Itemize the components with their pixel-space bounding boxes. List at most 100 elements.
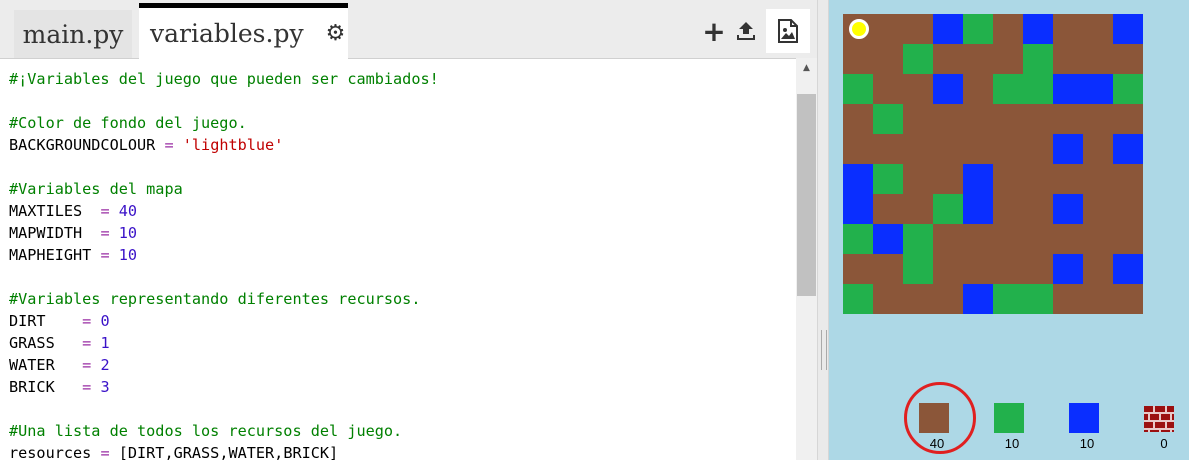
map-tile-dirt <box>1023 254 1053 284</box>
code-text: MAXTILES <box>9 202 101 220</box>
map-tile-dirt <box>903 104 933 134</box>
code-text: BRICK <box>9 378 83 396</box>
pane-divider[interactable] <box>817 0 829 460</box>
map-tile-dirt <box>1053 284 1083 314</box>
code-line: GRASS = 1 <box>9 332 110 354</box>
code-line: #Color de fondo del juego. <box>9 112 247 134</box>
player-icon <box>849 19 869 39</box>
map-tile-dirt <box>873 194 903 224</box>
map-tile-water <box>933 74 963 104</box>
map-tile-water <box>843 194 873 224</box>
code-area[interactable]: #¡Variables del juego que pueden ser cam… <box>0 58 796 460</box>
map-tile-dirt <box>1023 104 1053 134</box>
map-tile-dirt <box>903 134 933 164</box>
code-operator: = <box>82 312 92 330</box>
code-number: 40 <box>118 202 138 220</box>
map-tile-dirt <box>1083 284 1113 314</box>
map-tile-dirt <box>1083 254 1113 284</box>
scroll-up-arrow-icon[interactable]: ▲ <box>796 58 817 78</box>
map-tile-dirt <box>1053 224 1083 254</box>
code-number: 10 <box>118 224 138 242</box>
map-tile-water <box>1053 254 1083 284</box>
game-output-panel: 40 10 10 0 <box>829 0 1189 460</box>
map-tile-dirt <box>1113 284 1143 314</box>
code-text: resources <box>9 444 101 460</box>
map-tile-dirt <box>993 164 1023 194</box>
code-line: #Variables representando diferentes recu… <box>9 288 420 310</box>
map-tile-water <box>1113 14 1143 44</box>
inventory-water-icon[interactable] <box>1069 403 1099 433</box>
tab-variables-py[interactable]: variables.py ⚙ <box>139 3 348 59</box>
code-operator: = <box>164 136 174 154</box>
map-tile-dirt <box>1113 44 1143 74</box>
code-line: DIRT = 0 <box>9 310 110 332</box>
code-line: resources = [DIRT,GRASS,WATER,BRICK] <box>9 442 338 460</box>
plus-icon[interactable]: + <box>698 14 730 48</box>
map-tile-grass <box>843 224 873 254</box>
map-tile-dirt <box>1113 164 1143 194</box>
scroll-thumb[interactable] <box>797 94 816 296</box>
map-tile-dirt <box>1053 14 1083 44</box>
map-tile-grass <box>1023 74 1053 104</box>
map-tile-dirt <box>993 194 1023 224</box>
map-tile-dirt <box>1023 194 1053 224</box>
tab-main-py[interactable]: main.py <box>14 10 132 58</box>
map-tile-dirt <box>993 14 1023 44</box>
drag-handle-icon[interactable] <box>821 330 827 370</box>
inventory-dirt-icon[interactable] <box>919 403 949 433</box>
code-string: 'lightblue' <box>182 136 284 154</box>
map-tile-dirt <box>933 134 963 164</box>
map-tile-dirt <box>993 44 1023 74</box>
code-operator: = <box>100 246 110 264</box>
map-tile-grass <box>933 194 963 224</box>
map-tile-dirt <box>1113 194 1143 224</box>
inventory-count: 0 <box>1160 436 1168 451</box>
code-line: #¡Variables del juego que pueden ser cam… <box>9 68 439 90</box>
code-line: #Una lista de todos los recursos del jue… <box>9 420 402 442</box>
map-tile-dirt <box>1083 44 1113 74</box>
inventory-count: 10 <box>1079 436 1095 451</box>
inventory-grass-icon[interactable] <box>994 403 1024 433</box>
map-tile-dirt <box>1053 44 1083 74</box>
image-icon[interactable] <box>766 9 810 53</box>
map-tile-dirt <box>993 224 1023 254</box>
map-tile-dirt <box>1113 104 1143 134</box>
gear-icon[interactable]: ⚙ <box>326 21 346 46</box>
code-comment: #Variables representando diferentes recu… <box>9 290 421 308</box>
map-tile-dirt <box>933 164 963 194</box>
map-tile-dirt <box>933 104 963 134</box>
inventory-brick-icon[interactable] <box>1144 406 1174 432</box>
upload-icon[interactable] <box>730 14 762 48</box>
code-operator: = <box>82 334 92 352</box>
map-tile-dirt <box>873 134 903 164</box>
code-text: DIRT <box>9 312 83 330</box>
code-text: WATER <box>9 356 83 374</box>
map-tile-dirt <box>903 74 933 104</box>
map-tile-water <box>963 284 993 314</box>
map-tile-water <box>1113 254 1143 284</box>
editor-scrollbar[interactable]: ▲ <box>796 58 817 460</box>
map-tile-water <box>1053 194 1083 224</box>
map-tile-grass <box>843 284 873 314</box>
map-tile-dirt <box>843 44 873 74</box>
map-tile-dirt <box>963 224 993 254</box>
map-tile-dirt <box>1083 104 1113 134</box>
code-line: BRICK = 3 <box>9 376 110 398</box>
map-tile-dirt <box>903 164 933 194</box>
map-tile-dirt <box>963 74 993 104</box>
code-line: WATER = 2 <box>9 354 110 376</box>
code-text: GRASS <box>9 334 83 352</box>
code-operator: = <box>82 356 92 374</box>
code-text: [DIRT,GRASS,WATER,BRICK] <box>109 444 339 460</box>
code-line: MAXTILES = 40 <box>9 200 137 222</box>
map-tile-water <box>843 164 873 194</box>
code-text: BACKGROUNDCOLOUR <box>9 136 165 154</box>
map-tile-dirt <box>873 44 903 74</box>
code-number: 1 <box>100 334 110 352</box>
map-tile-dirt <box>1053 164 1083 194</box>
code-comment: #Color de fondo del juego. <box>9 114 247 132</box>
map-tile-dirt <box>1083 194 1113 224</box>
map-tile-dirt <box>963 104 993 134</box>
